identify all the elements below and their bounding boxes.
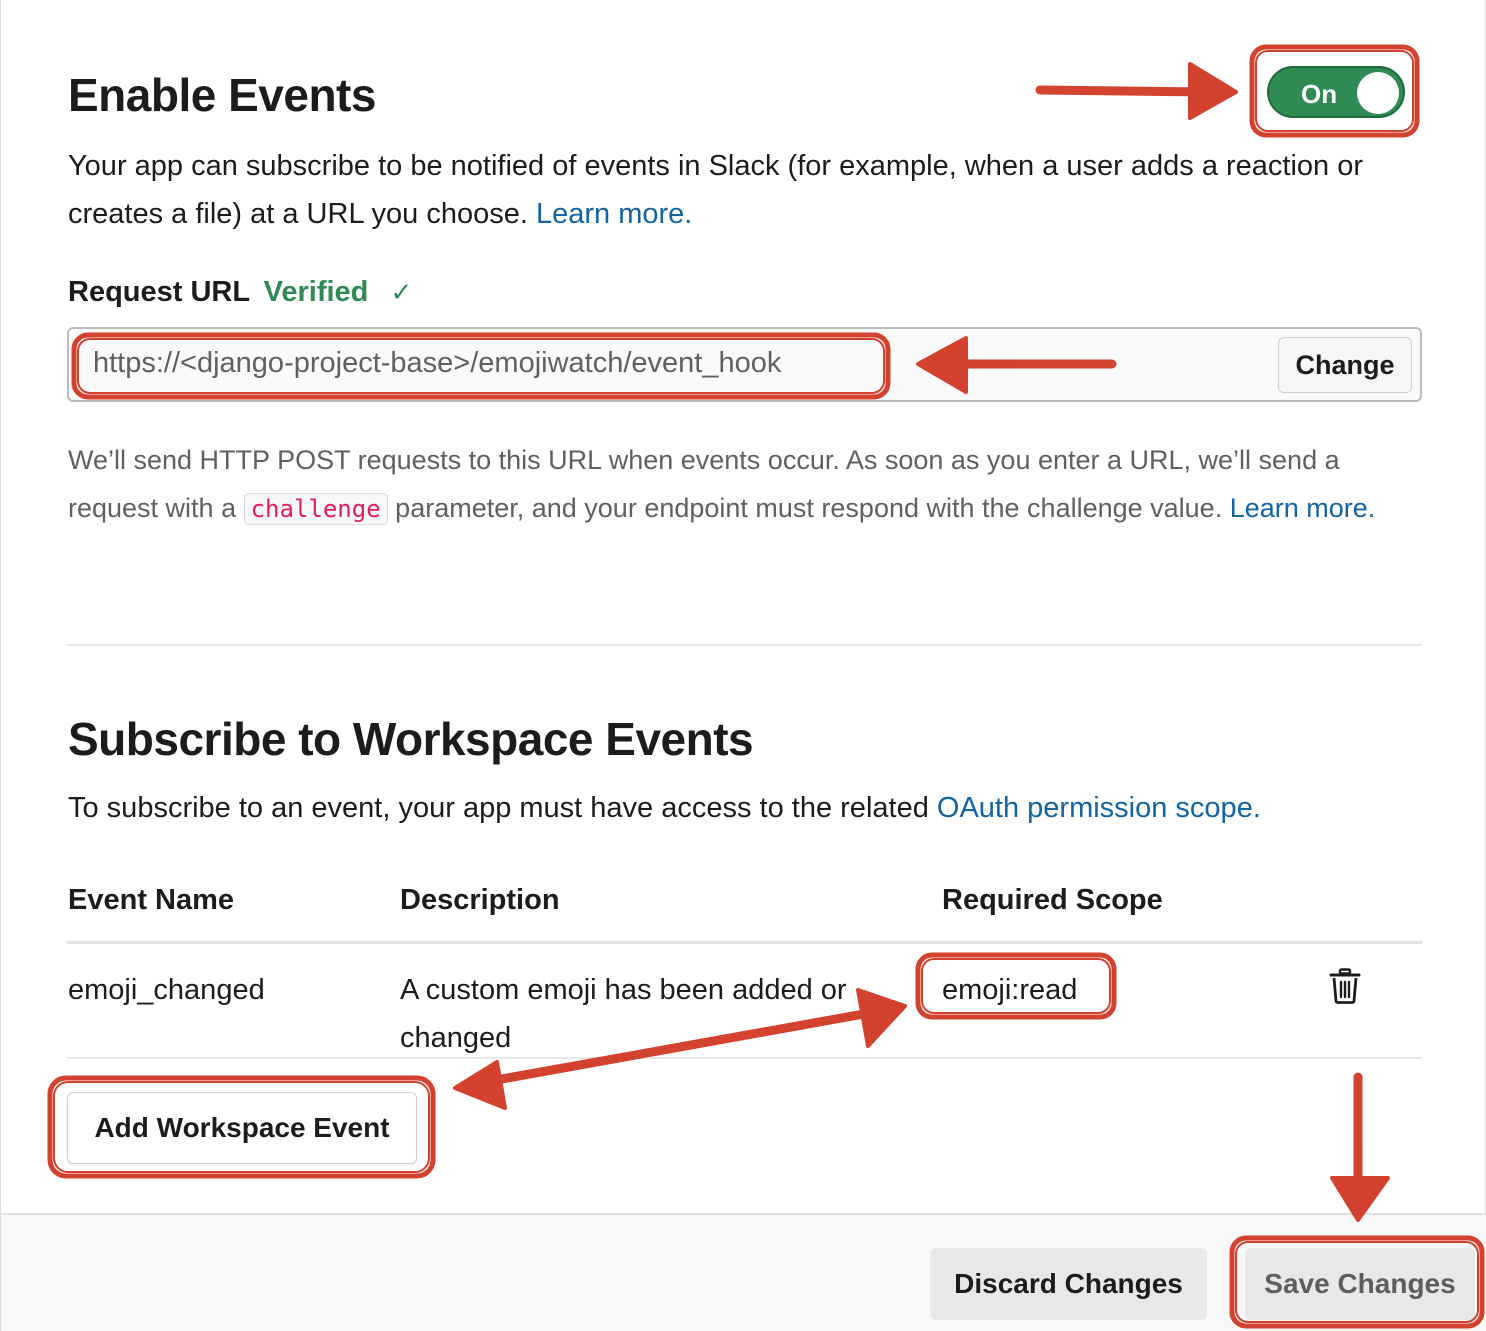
request-url-label: Request URL [68,276,250,308]
request-url-field[interactable]: https://<django-project-base>/emojiwatch… [67,327,1422,402]
enable-events-text: Your app can subscribe to be notified of… [68,150,1364,230]
event-description: A custom emoji has been added or changed [400,966,900,1062]
enable-events-toggle[interactable]: On [1267,66,1405,118]
column-header-description: Description [400,884,560,916]
discard-changes-button[interactable]: Discard Changes [930,1248,1207,1320]
request-url-value[interactable]: https://<django-project-base>/emojiwatch… [93,347,781,380]
challenge-code: challenge [243,493,388,525]
help-learn-more-link[interactable]: Learn more. [1230,493,1376,523]
table-header-divider [67,941,1422,944]
event-subscriptions-card: Enable Events On Your app can subscribe … [0,0,1486,1331]
toggle-label: On [1301,79,1338,109]
column-header-event-name: Event Name [68,884,235,916]
enable-events-description: Your app can subscribe to be notified of… [68,142,1368,238]
column-header-required-scope: Required Scope [942,884,1163,916]
oauth-scope-link[interactable]: OAuth permission scope. [937,792,1261,824]
workspace-events-description: To subscribe to an event, your app must … [68,786,1261,830]
add-workspace-event-button[interactable]: Add Workspace Event [67,1092,417,1164]
event-description-line1: A custom emoji has been added or [400,974,847,1006]
workspace-events-title: Subscribe to Workspace Events [68,713,754,765]
request-url-help: We’ll send HTTP POST requests to this UR… [68,436,1388,533]
event-name-link[interactable]: emoji_changed [68,966,265,1014]
table-row-divider [67,1057,1422,1059]
verified-status: Verified [263,276,369,308]
toggle-knob [1357,72,1399,114]
footer-bar: Discard Changes Save Changes [1,1213,1486,1331]
workspace-events-text: To subscribe to an event, your app must … [68,792,929,824]
section-divider [67,644,1422,646]
change-url-button[interactable]: Change [1278,337,1412,393]
trash-icon[interactable] [1329,968,1361,1004]
learn-more-link[interactable]: Learn more. [536,198,692,230]
event-description-line2: changed [400,1022,512,1054]
event-required-scope: emoji:read [942,974,1078,1006]
enable-events-title: Enable Events [68,69,376,121]
check-icon: ✓ [390,277,413,307]
request-url-heading: Request URL Verified ✓ [68,276,412,309]
save-changes-button[interactable]: Save Changes [1245,1248,1475,1320]
help-text-end: parameter, and your endpoint must respon… [395,493,1223,523]
